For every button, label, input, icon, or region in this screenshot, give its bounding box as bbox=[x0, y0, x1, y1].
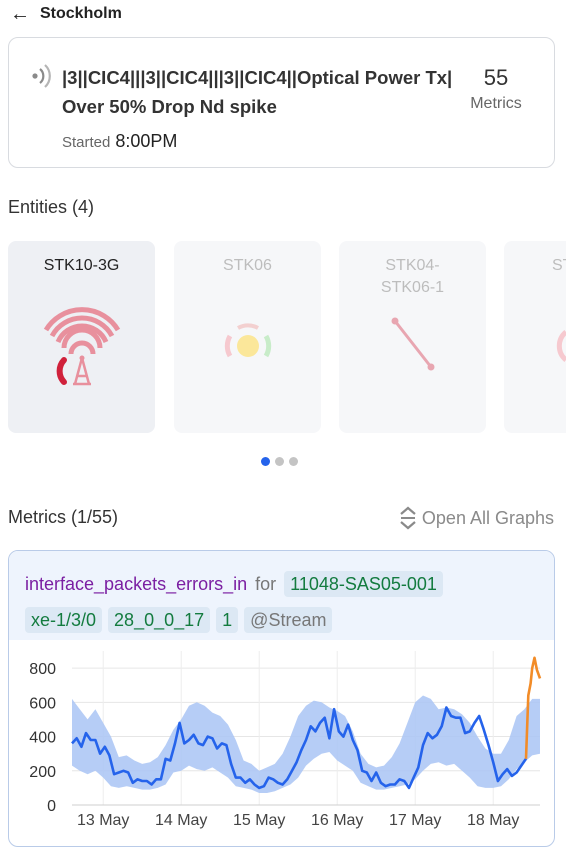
tag-stream[interactable]: @Stream bbox=[244, 607, 333, 633]
partial-icon bbox=[556, 330, 566, 362]
entity-card-stk10-3g[interactable]: STK10-3G bbox=[8, 241, 155, 433]
entity-card-stk04-stk06-1[interactable]: STK04- STK06-1 bbox=[339, 241, 486, 433]
y-tick-label: 800 bbox=[29, 661, 56, 678]
metric-count-label: Metrics bbox=[470, 95, 522, 112]
x-tick-label: 16 May bbox=[311, 812, 363, 829]
metric-count-number: 55 bbox=[483, 65, 509, 90]
entity-name: STK04- STK06-1 bbox=[380, 257, 445, 296]
back-arrow-icon[interactable]: ← bbox=[10, 4, 32, 24]
y-tick-label: 600 bbox=[29, 695, 56, 712]
carousel-pager[interactable] bbox=[261, 457, 298, 466]
expand-collapse-icon bbox=[400, 506, 416, 530]
signal-icon bbox=[32, 64, 51, 88]
alarm-card[interactable]: |3||CIC4|||3||CIC4|||3||CIC4||Optical Po… bbox=[8, 37, 555, 168]
tag-interface[interactable]: xe-1/3/0 bbox=[25, 607, 103, 633]
x-tick-label: 15 May bbox=[233, 812, 285, 829]
metric-chart[interactable]: 0 200 400 600 800 13 May 14 May 15 May 16 May 17 … bbox=[9, 641, 555, 847]
alarm-title: |3||CIC4|||3||CIC4|||3||CIC4||Optical Po… bbox=[62, 67, 453, 117]
tag-device[interactable]: 11048-SAS05-001 bbox=[284, 571, 443, 597]
open-all-graphs-label: Open All Graphs bbox=[421, 507, 554, 528]
y-tick-label: 0 bbox=[47, 798, 56, 815]
y-tick-label: 400 bbox=[29, 730, 56, 747]
top-bar: ← Stockholm bbox=[10, 2, 122, 26]
x-tick-label: 14 May bbox=[155, 812, 207, 829]
tag-ip[interactable]: 28_0_0_17 bbox=[108, 607, 211, 633]
entity-name: STK06 bbox=[223, 257, 272, 274]
metric-count: 55 Metrics bbox=[456, 64, 536, 114]
pager-dot[interactable] bbox=[261, 457, 270, 466]
x-tick-label: 18 May bbox=[467, 812, 519, 829]
x-tick-label: 13 May bbox=[77, 812, 129, 829]
entity-carousel[interactable]: STK10-3G STK06 STK04- STK06-1 S bbox=[8, 241, 566, 434]
open-all-graphs-button[interactable]: Open All Graphs bbox=[398, 505, 554, 531]
entities-heading: Entities (4) bbox=[8, 197, 95, 217]
entity-card-stk06[interactable]: STK06 bbox=[174, 241, 321, 433]
tag-unit[interactable]: 1 bbox=[216, 607, 239, 633]
metrics-heading: Metrics (1/55) bbox=[8, 507, 119, 527]
x-tick-label: 17 May bbox=[389, 812, 441, 829]
metric-card[interactable]: interface_packets_errors_in for 11048-SA… bbox=[8, 550, 555, 847]
metric-card-header: interface_packets_errors_in for 11048-SA… bbox=[9, 551, 554, 640]
started-time: 8:00PM bbox=[115, 131, 178, 151]
page-title: Stockholm bbox=[40, 5, 122, 22]
confidence-band bbox=[72, 695, 540, 793]
entity-name: STK10-3G bbox=[43, 257, 120, 274]
pager-dot[interactable] bbox=[275, 457, 284, 466]
cell-tower-icon bbox=[43, 307, 120, 386]
alarm-start: Started 8:00PM bbox=[62, 131, 177, 152]
started-label: Started bbox=[62, 134, 111, 151]
pager-dot[interactable] bbox=[289, 457, 298, 466]
link-icon bbox=[391, 317, 434, 371]
y-tick-label: 200 bbox=[29, 764, 56, 781]
entity-name: ST bbox=[552, 257, 566, 274]
metric-name[interactable]: interface_packets_errors_in bbox=[25, 574, 247, 595]
status-light-icon bbox=[224, 323, 271, 358]
for-label: for bbox=[255, 573, 277, 594]
entity-card-partial[interactable]: ST bbox=[504, 241, 566, 433]
